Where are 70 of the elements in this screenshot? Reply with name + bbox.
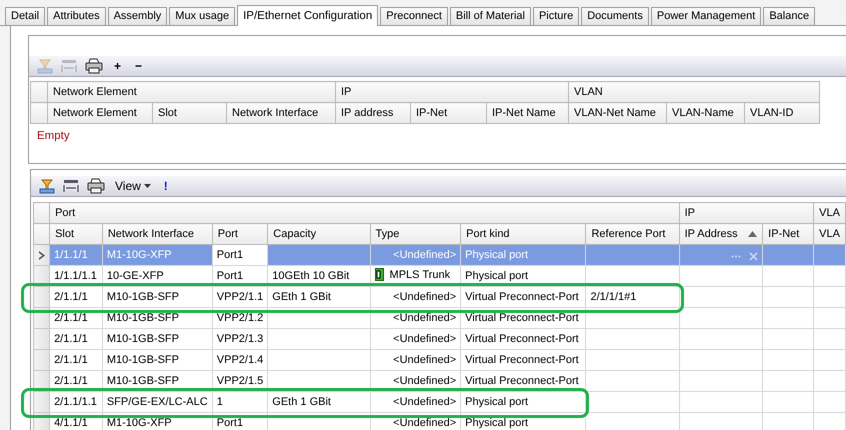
column-header[interactable]: IP-Net xyxy=(410,102,486,124)
table-cell: Physical port xyxy=(460,244,586,266)
table-cell: Virtual Preconnect-Port xyxy=(460,328,586,350)
table-cell: 1 xyxy=(212,392,268,412)
column-group-header: IP xyxy=(336,82,568,102)
tab[interactable]: Detail xyxy=(5,7,46,25)
table-cell: 2/1.1/1.1 xyxy=(50,392,102,412)
table-cell: GEth 1 GBit xyxy=(268,286,370,308)
table-cell: <Undefined> xyxy=(370,244,461,266)
tab[interactable]: Balance xyxy=(763,7,816,25)
tab[interactable]: Attributes xyxy=(47,7,106,25)
column-header[interactable]: VLAN-ID xyxy=(744,102,820,124)
column-header[interactable]: Capacity xyxy=(268,224,370,244)
table-cell: <Undefined> xyxy=(370,350,461,370)
table-cell: <Undefined> xyxy=(370,328,461,350)
tab[interactable]: IP/Ethernet Configuration xyxy=(237,5,378,26)
table-cell: <Undefined> xyxy=(370,392,461,412)
column-header[interactable]: Port xyxy=(212,224,268,244)
table-cell: SFP/GE-EX/LC-ALC xyxy=(102,392,212,412)
column-header[interactable]: VLAN-Name xyxy=(666,102,744,124)
table-cell: GEth 1 GBit xyxy=(268,392,370,412)
view-menu[interactable]: View xyxy=(113,179,153,193)
tab[interactable]: Documents xyxy=(581,7,649,25)
column-group-header: IP xyxy=(679,202,814,224)
table-cell: 2/1.1/1 xyxy=(50,328,102,350)
table-cell: Virtual Preconnect-Port xyxy=(460,286,586,308)
tab[interactable]: Picture xyxy=(532,7,580,25)
tab[interactable]: Power Management xyxy=(650,7,762,25)
table-cell: 2/1.1/1 xyxy=(50,350,102,370)
column-header[interactable]: VLAN-Net Name xyxy=(568,102,666,124)
table-cell: 2/1.1/1 xyxy=(50,286,102,308)
column-header[interactable]: IP address xyxy=(336,102,410,124)
table-cell: <Undefined> xyxy=(370,286,461,308)
table-cell: 2/1/1/1#1 xyxy=(586,286,680,308)
column-header[interactable]: Network Interface xyxy=(226,102,336,124)
column-header[interactable]: Slot xyxy=(50,224,102,244)
column-header[interactable]: VLA xyxy=(814,224,846,244)
column-header[interactable]: Port kind xyxy=(460,224,586,244)
type-label: MPLS Trunk xyxy=(390,268,450,280)
table-cell: Virtual Preconnect-Port xyxy=(460,350,586,370)
column-header[interactable]: IP Address xyxy=(679,224,763,244)
table-cell: VPP2/1.3 xyxy=(212,328,268,350)
table-cell: Port1 xyxy=(212,244,268,266)
column-group-header: Network Element xyxy=(48,82,336,102)
tab[interactable]: Preconnect xyxy=(380,7,448,25)
tab[interactable]: Assembly xyxy=(108,7,168,25)
column-header[interactable]: Network Interface xyxy=(102,224,212,244)
column-header[interactable]: Reference Port xyxy=(586,224,680,244)
toolbar-button[interactable]: + xyxy=(111,59,124,73)
table-cell: Physical port xyxy=(460,392,586,412)
table-cell: VPP2/1.4 xyxy=(212,350,268,370)
toolbar-button[interactable]: − xyxy=(132,59,146,73)
alert-button[interactable]: ! xyxy=(160,179,171,193)
table-cell: M10-1GB-SFP xyxy=(102,350,212,370)
tab[interactable]: Bill of Material xyxy=(450,7,531,25)
column-header[interactable]: Slot xyxy=(152,102,226,124)
tab[interactable]: Mux usage xyxy=(169,7,236,25)
empty-message: Empty xyxy=(36,129,71,142)
column-header[interactable]: Network Element xyxy=(48,102,152,124)
column-group-header: Port xyxy=(50,202,680,224)
column-group-header: VLAN xyxy=(568,82,820,102)
table-cell: 1/1.1/1 xyxy=(50,244,102,266)
table-cell: M10-1GB-SFP xyxy=(102,328,212,350)
column-group-header: VLA xyxy=(814,202,846,224)
column-header[interactable]: IP-Net Name xyxy=(486,102,568,124)
table-cell: VPP2/1.1 xyxy=(212,286,268,308)
column-header[interactable]: Type xyxy=(370,224,461,244)
column-header[interactable]: IP-Net xyxy=(762,224,814,244)
table-cell: M1-10G-XFP xyxy=(102,244,212,266)
table-cell: M10-1GB-SFP xyxy=(102,286,212,308)
